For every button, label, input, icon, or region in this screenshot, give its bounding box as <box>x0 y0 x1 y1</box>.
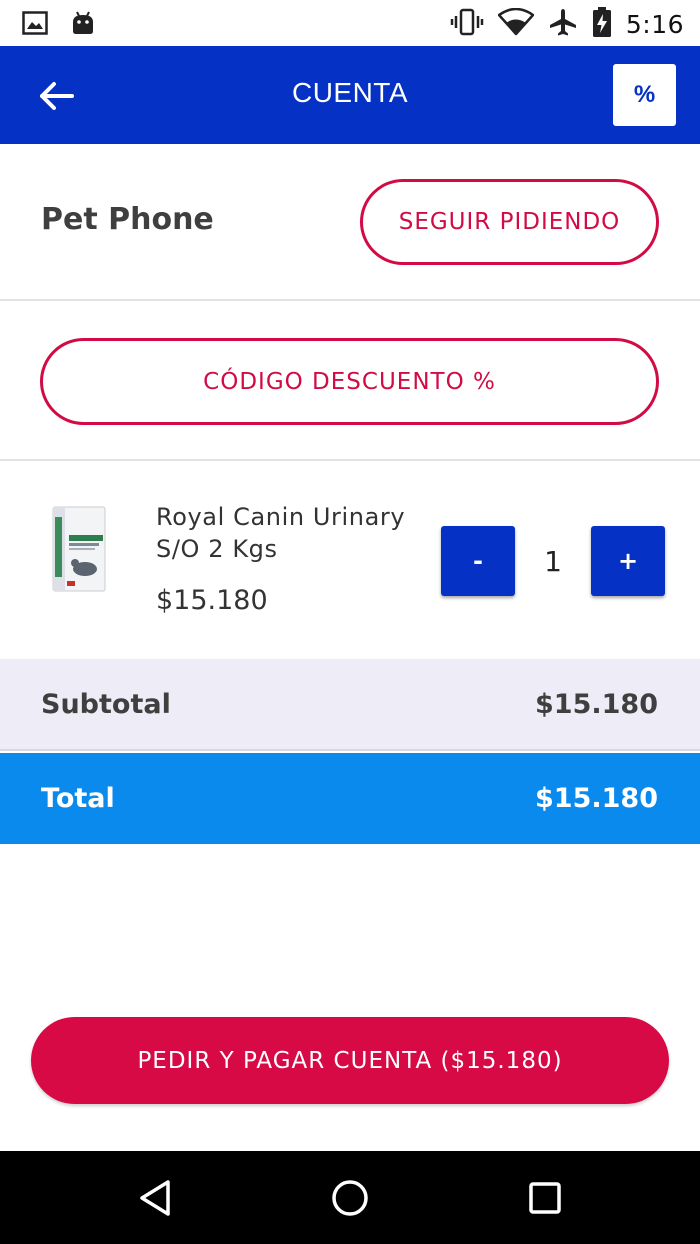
quantity-value: 1 <box>544 544 562 578</box>
decrease-quantity-button[interactable]: - <box>441 526 515 596</box>
product-image <box>52 506 106 592</box>
product-price: $15.180 <box>156 585 268 616</box>
checkout-button[interactable]: PEDIR Y PAGAR CUENTA ($15.180) <box>31 1017 669 1104</box>
discount-percent-button[interactable]: % <box>613 64 676 126</box>
image-notification-icon <box>22 11 48 39</box>
nav-recents-icon <box>529 1182 561 1214</box>
total-row: Total $15.180 <box>0 753 700 844</box>
total-label: Total <box>41 783 115 814</box>
discount-section: CÓDIGO DESCUENTO % <box>0 301 700 461</box>
vibrate-icon <box>450 8 484 40</box>
battery-charging-icon <box>592 7 612 41</box>
back-button[interactable] <box>34 74 78 118</box>
status-bar-system: 5:16 <box>450 7 684 41</box>
wifi-icon <box>497 7 535 40</box>
clock: 5:16 <box>625 9 684 39</box>
page-title: CUENTA <box>291 77 409 108</box>
store-section: Pet Phone SEGUIR PIDIENDO <box>0 144 700 301</box>
subtotal-row: Subtotal $15.180 <box>0 659 700 751</box>
subtotal-value: $15.180 <box>535 688 658 720</box>
nav-back-button[interactable] <box>130 1173 180 1223</box>
android-notification-icon <box>70 10 96 40</box>
status-bar-notifications <box>22 10 96 40</box>
nav-recents-button[interactable] <box>520 1173 570 1223</box>
store-name: Pet Phone <box>41 202 214 237</box>
nav-home-icon <box>332 1180 368 1216</box>
keep-ordering-button[interactable]: SEGUIR PIDIENDO <box>360 179 659 265</box>
discount-code-button[interactable]: CÓDIGO DESCUENTO % <box>40 338 659 425</box>
arrow-left-icon <box>40 82 74 110</box>
app-bar: CUENTA % <box>0 46 700 144</box>
product-name: Royal Canin Urinary S/O 2 Kgs <box>156 503 406 563</box>
system-nav-bar <box>0 1151 700 1244</box>
airplane-mode-icon <box>548 7 578 41</box>
total-value: $15.180 <box>535 783 658 814</box>
list-item: Royal Canin Urinary S/O 2 Kgs $15.180 - … <box>0 461 700 659</box>
status-bar: 5:16 <box>0 0 700 46</box>
increase-quantity-button[interactable]: + <box>591 526 665 596</box>
nav-home-button[interactable] <box>325 1173 375 1223</box>
nav-back-icon <box>140 1180 170 1216</box>
subtotal-label: Subtotal <box>41 688 171 720</box>
